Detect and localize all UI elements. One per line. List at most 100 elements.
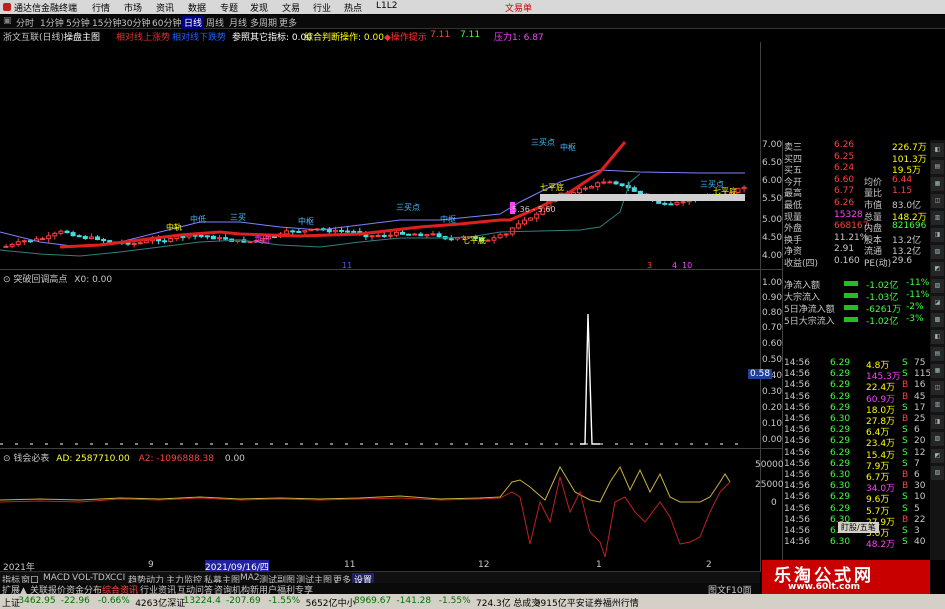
candle	[387, 234, 393, 237]
quote-value-2: 1.15	[892, 186, 913, 197]
candle	[503, 233, 509, 236]
candle	[393, 231, 399, 236]
tab[interactable]: CCI	[110, 573, 125, 583]
toolbar-icon[interactable]: ▣	[3, 16, 12, 26]
toolbar-icon[interactable]: ▧	[931, 245, 944, 259]
quote-value: 15328	[834, 209, 863, 220]
axis-tick: 5.50	[762, 194, 783, 204]
menu-item-4[interactable]: 专题	[220, 1, 238, 14]
quote-row: 净资 2.91 流通 13.2亿	[784, 244, 930, 257]
period-tab-selected[interactable]: 日线	[182, 16, 205, 29]
tick-row: 14:56 6.29 23.4万 S 20	[784, 436, 930, 449]
toolbar-icon[interactable]: ▦	[931, 177, 944, 191]
status-item: -1.55%	[438, 596, 471, 606]
period-tab[interactable]: 5分钟	[66, 16, 90, 29]
toolbar-icon[interactable]: ◩	[931, 449, 944, 463]
candle	[204, 235, 210, 238]
main-kline-chart[interactable]: 5.36 - 5.60 三买点 中低 三买点 中轨 卖出 三买 中枢 中枢 中枢…	[0, 42, 760, 270]
period-tab[interactable]: 15分钟	[92, 16, 121, 29]
tick-side: S	[902, 425, 908, 436]
toolbar-icon[interactable]: ◧	[931, 143, 944, 157]
version-label: L1L2	[376, 1, 398, 11]
menu-item-3[interactable]: 数据	[188, 1, 206, 14]
candle	[21, 240, 27, 243]
app-title: 通达信金融终端	[14, 4, 78, 14]
spike-line	[580, 313, 600, 445]
toolbar-icon[interactable]: ▥	[931, 398, 944, 412]
quote-value: 6.26	[834, 198, 855, 208]
candle	[332, 229, 338, 233]
period-tab[interactable]: 30分钟	[121, 16, 150, 29]
candle	[485, 239, 491, 242]
period-tab-more[interactable]: 更多	[279, 16, 297, 29]
axis-tick: 6.50	[762, 158, 783, 168]
toolbar-icon[interactable]: ▤	[931, 347, 944, 361]
tick-side: B	[902, 414, 909, 424]
flow-label: 5日大宗流入	[784, 317, 835, 327]
period-tab[interactable]: 周线	[206, 16, 224, 29]
sub2-chart[interactable]	[0, 462, 760, 560]
menu-item-0[interactable]: 行情	[92, 1, 110, 14]
popup-button[interactable]: 盯股/五笔	[838, 522, 879, 533]
menu-item-7[interactable]: 行业	[313, 1, 331, 14]
toolbar-icon[interactable]: ◩	[931, 262, 944, 276]
menu-item-2[interactable]: 资讯	[156, 1, 174, 14]
period-tab[interactable]: 1分钟	[40, 16, 64, 29]
quote-row: 收益(四) 0.160 PE(动) 29.6	[784, 256, 930, 269]
menu-item-1[interactable]: 市场	[124, 1, 142, 14]
candle	[741, 186, 747, 190]
tick-time: 14:56	[784, 526, 810, 536]
toolbar-icon[interactable]: ◨	[931, 415, 944, 429]
quote-label-2: PE(动)	[864, 259, 892, 269]
toolbar-icon[interactable]: ◨	[931, 228, 944, 242]
candle	[674, 201, 680, 205]
candle	[515, 223, 521, 229]
candles-group	[3, 178, 747, 249]
status-item: 4263亿	[135, 599, 168, 609]
watermark: 乐淘公式网 www.60lt.com	[762, 560, 930, 594]
candle	[528, 217, 534, 221]
candle	[101, 238, 107, 242]
tab[interactable]: MACD	[43, 573, 70, 583]
sub1-chart[interactable]	[0, 284, 760, 448]
toolbar-icon[interactable]: ▨	[931, 466, 944, 480]
candle	[668, 203, 674, 206]
tab[interactable]: VOL-TDX	[72, 573, 111, 583]
quote-row: 买五 6.24 19.5万	[784, 163, 930, 176]
axis-tick: 0.70	[762, 323, 783, 333]
toolbar-icon[interactable]: ◪	[931, 296, 944, 310]
date-label: 1	[596, 560, 602, 570]
candle	[131, 243, 137, 246]
signal-label: 中枢	[560, 142, 576, 152]
status-item: 深证	[167, 599, 186, 609]
tick-side: B	[902, 380, 909, 391]
toolbar-icon[interactable]: ▥	[931, 211, 944, 225]
menu-item-5[interactable]: 发现	[250, 1, 268, 14]
toolbar-icon[interactable]: ◫	[931, 381, 944, 395]
menu-item-6[interactable]: 文易	[282, 1, 300, 14]
toolbar-icon[interactable]: ▤	[931, 160, 944, 174]
sub1-current-value: 0.58	[748, 369, 773, 379]
date-label: 12	[478, 560, 490, 570]
axis-tick: 50000	[755, 460, 784, 470]
tab[interactable]: MA2	[240, 573, 260, 583]
tick-row: 14:56 6.30 48.2万 S 40	[784, 537, 930, 550]
toolbar-icon[interactable]: ▧	[931, 432, 944, 446]
toolbar-icon[interactable]: ◧	[931, 330, 944, 344]
toolbar-icon[interactable]: ◫	[931, 194, 944, 208]
quote-value-2: 29.6	[892, 256, 913, 266]
toolbar-icon[interactable]: ▨	[931, 279, 944, 293]
toolbar-icon[interactable]: ▦	[931, 364, 944, 378]
candle	[223, 237, 229, 240]
candle	[448, 238, 454, 241]
period-tab[interactable]: 多周期	[250, 16, 277, 29]
candle	[491, 237, 497, 241]
status-item: 724.3亿	[476, 599, 511, 609]
period-tab[interactable]: 60分钟	[152, 16, 181, 29]
menu-item-8[interactable]: 热点	[344, 1, 362, 14]
tick-time: 14:56	[784, 402, 810, 413]
period-tab[interactable]: 月线	[229, 16, 247, 29]
trade-button[interactable]: 文易单	[505, 1, 532, 14]
period-tab[interactable]: 分时	[16, 16, 34, 29]
toolbar-icon[interactable]: ▩	[931, 313, 944, 327]
